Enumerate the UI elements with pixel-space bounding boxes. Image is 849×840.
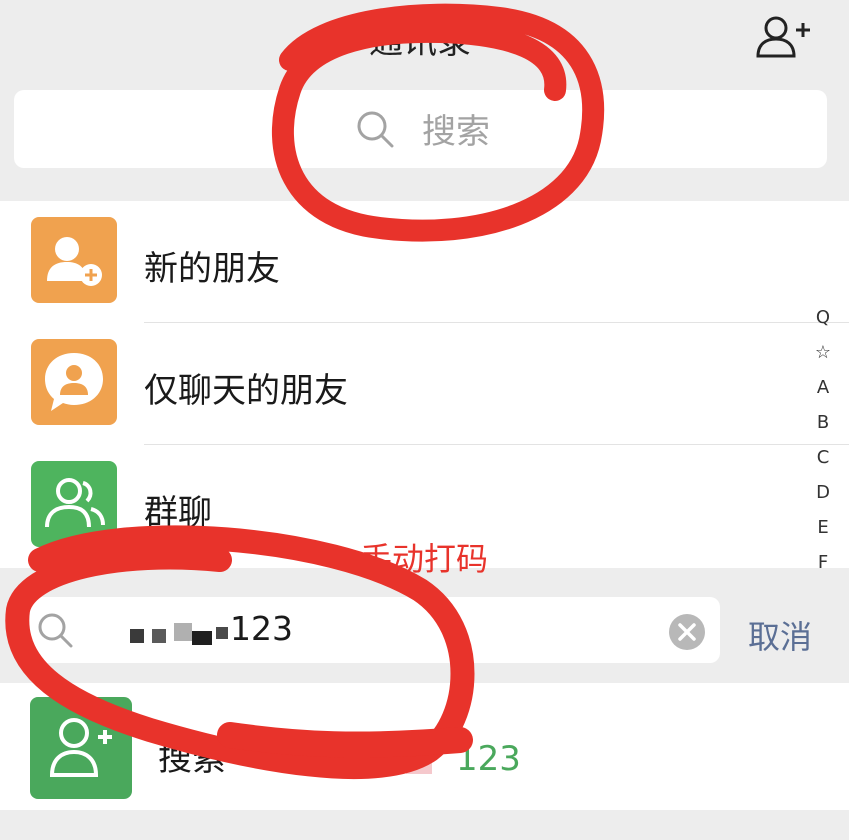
list-item-label: 群聊 — [144, 493, 212, 533]
add-friend-icon — [30, 697, 132, 799]
index-search[interactable]: Q — [806, 300, 840, 335]
index-star[interactable]: ☆ — [806, 335, 840, 370]
search-query-text: 123 — [230, 609, 293, 648]
page-title: 通讯录 — [369, 22, 471, 62]
contact-list: 新的朋友 仅聊天的朋友 群聊 — [0, 201, 849, 568]
list-item-label: 仅聊天的朋友 — [144, 371, 348, 411]
search-input-value: 123 — [110, 609, 293, 648]
index-a[interactable]: A — [806, 370, 840, 405]
footer-band — [0, 810, 849, 840]
clear-icon[interactable] — [668, 613, 706, 651]
search-bar[interactable]: 搜索 — [14, 90, 827, 168]
redacted-blur — [346, 751, 432, 774]
group-chat-icon — [31, 461, 117, 547]
redacted-blur — [130, 622, 228, 645]
search-icon — [354, 108, 396, 150]
add-contact-icon[interactable] — [752, 12, 814, 64]
search-input[interactable]: 123 — [20, 597, 720, 663]
list-item-new-friends[interactable]: 新的朋友 — [0, 201, 849, 323]
search-result-label: 搜索 123 — [158, 731, 521, 780]
search-result-highlight: 123 — [456, 739, 521, 779]
search-result-row[interactable]: 搜索 123 — [0, 683, 849, 810]
index-e[interactable]: E — [806, 510, 840, 545]
list-item-chat-only-friends[interactable]: 仅聊天的朋友 — [0, 323, 849, 445]
cancel-button[interactable]: 取消 — [748, 612, 812, 658]
chat-only-friend-icon — [31, 339, 117, 425]
index-d[interactable]: D — [806, 475, 840, 510]
index-b[interactable]: B — [806, 405, 840, 440]
search-result-prefix: 搜索 — [158, 739, 226, 779]
search-icon — [36, 611, 74, 649]
list-item-label: 新的朋友 — [144, 249, 280, 289]
search-placeholder: 搜索 — [422, 112, 490, 152]
index-c[interactable]: C — [806, 440, 840, 475]
alphabet-index[interactable]: Q ☆ A B C D E F — [806, 300, 840, 580]
new-friend-icon — [31, 217, 117, 303]
annotation-text: 手动打码 — [360, 540, 489, 578]
